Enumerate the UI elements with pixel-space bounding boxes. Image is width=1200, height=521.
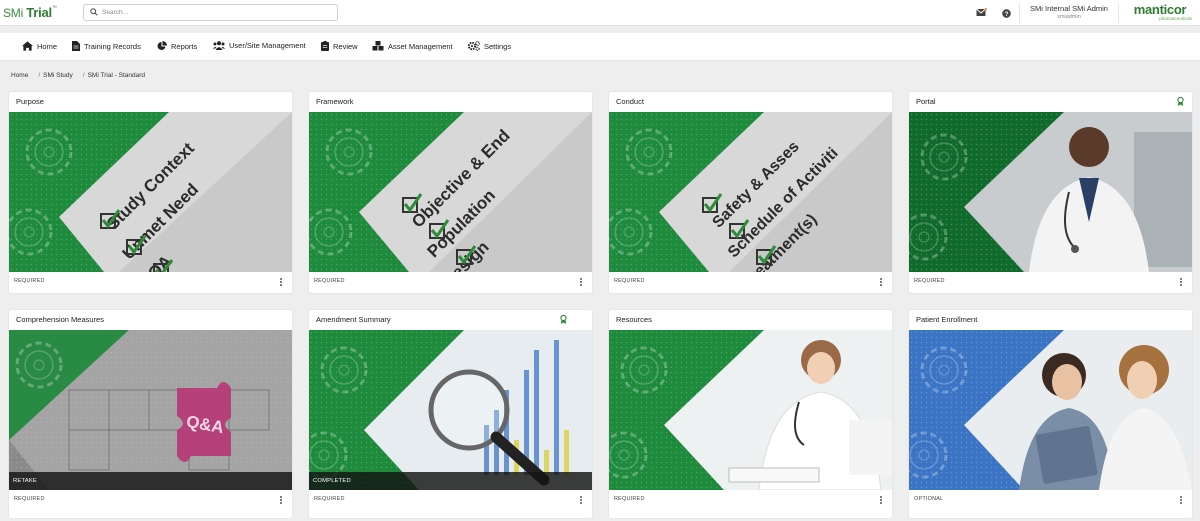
kebab-menu-icon[interactable] [1177,277,1185,287]
gears-icon [468,41,480,51]
logo-trademark: ™ [51,5,57,11]
search-input[interactable] [102,6,332,19]
module-card-portal[interactable]: Portal REQUIRED [909,92,1192,293]
card-status: REQUIRED [914,278,945,284]
card-status: REQUIRED [314,278,345,284]
module-card-patient-enrollment[interactable]: Patient Enrollment OPTIONAL [909,310,1192,518]
breadcrumb-study[interactable]: SMi Study [43,72,73,79]
nav-label: Training Records [84,41,141,51]
sponsor-logo: manticor pharmaceuticals [1126,3,1194,21]
kebab-menu-icon[interactable] [577,277,585,287]
pie-chart-icon [157,41,167,50]
card-title: Framework [316,97,354,106]
search-icon [90,8,98,16]
cubes-icon [372,41,384,51]
kebab-menu-icon[interactable] [577,495,585,505]
award-icon [560,315,567,324]
home-icon [22,41,33,51]
nav-label: Reports [171,41,198,51]
module-card-resources[interactable]: Resources REQUIRED [609,310,892,518]
mail-icon[interactable] [976,8,987,17]
card-title: Portal [916,97,936,106]
module-card-amendment-summary[interactable]: Amendment Summary COMPLETED REQUIRED [309,310,592,518]
card-image[interactable] [909,112,1192,272]
card-title: Conduct [616,97,644,106]
kebab-menu-icon[interactable] [277,277,285,287]
user-name: SMi Internal SMi Admin [1030,4,1108,13]
user-login: smiadmin [1057,14,1081,20]
nav-asset-management[interactable]: Asset Management [372,41,453,51]
nav-settings[interactable]: Settings [468,41,511,51]
nav-label: Settings [484,41,512,51]
card-image[interactable] [909,330,1192,490]
nav-reports[interactable]: Reports [157,41,197,51]
search-box[interactable] [83,4,338,21]
card-status-overlay: RETAKE [9,472,292,490]
award-icon [1177,97,1184,106]
card-title: Resources [616,315,652,324]
card-status: REQUIRED [14,278,45,284]
kebab-menu-icon[interactable] [1177,495,1185,505]
breadcrumb-current: SMi Trial - Standard [87,72,146,79]
kebab-menu-icon[interactable] [877,495,885,505]
module-card-conduct[interactable]: Conduct Safety & Asses Schedule of Activ… [609,92,892,293]
card-title: Patient Enrollment [916,315,978,324]
app-logo[interactable]: SMi Trial™ [3,5,57,20]
breadcrumb-home[interactable]: Home [11,72,28,79]
card-title: Purpose [16,97,44,106]
breadcrumb-separator: / [38,72,41,79]
card-title: Comprehension Measures [16,315,104,324]
nav-label: Review [333,41,358,51]
user-menu[interactable]: SMi Internal SMi Admin smiadmin [1019,3,1119,23]
brand-name: manticor [1133,2,1187,17]
card-image[interactable]: Study Context Unmet Need MOA [9,112,292,272]
card-image[interactable]: COMPLETED [309,330,592,490]
svg-text:?: ? [1005,11,1009,18]
top-header: SMi Trial™ ? SMi Internal SMi Admin smia… [0,0,1200,26]
card-image[interactable]: Objective & End Population Design [309,112,592,272]
module-card-framework[interactable]: Framework Objective & End Population Des… [309,92,592,293]
card-status: REQUIRED [314,496,345,502]
users-icon [213,41,225,50]
kebab-menu-icon[interactable] [877,277,885,287]
card-image[interactable]: Q&A RETAKE [9,330,292,490]
nav-label: Asset Management [388,41,453,51]
card-status: REQUIRED [614,496,645,502]
nav-label: User/Site Management [229,41,306,50]
main-nav: Home Training Records Reports User/Site … [0,33,1200,61]
card-title: Amendment Summary [316,315,391,324]
logo-text-light: SMi [3,6,27,20]
module-card-comprehension-measures[interactable]: Comprehension Measures Q&A RETAKE REQUIR… [9,310,292,518]
breadcrumb: Home / SMi Study / SMi Trial - Standard [11,72,145,79]
nav-home[interactable]: Home [22,41,57,51]
nav-review[interactable]: Review [321,41,358,51]
nav-user-site-management[interactable]: User/Site Management [213,41,306,50]
card-status: REQUIRED [614,278,645,284]
nav-training-records[interactable]: Training Records [72,41,141,51]
nav-label: Home [37,41,58,51]
card-status: OPTIONAL [914,496,944,502]
breadcrumb-separator: / [82,72,85,79]
card-status: REQUIRED [14,496,45,502]
kebab-menu-icon[interactable] [277,495,285,505]
help-icon[interactable]: ? [1002,9,1011,18]
logo-text-bold: Trial [26,5,52,20]
card-image[interactable]: Safety & Asses Schedule of Activiti Trea… [609,112,892,272]
clipboard-icon [321,41,329,51]
document-icon [72,41,80,51]
card-image[interactable] [609,330,892,490]
card-status-overlay: COMPLETED [309,472,592,490]
module-card-purpose[interactable]: Purpose Study Context Unmet Need MOA REQ… [9,92,292,293]
